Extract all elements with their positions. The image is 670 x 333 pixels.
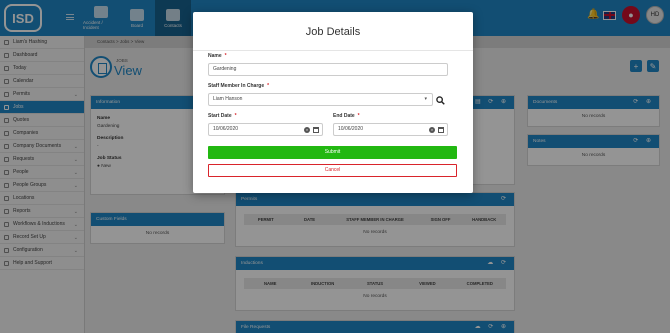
modal-divider	[193, 50, 473, 51]
chevron-down-icon: ▾	[424, 96, 427, 102]
required-mark: *	[267, 83, 270, 89]
start-date-value: 10/06/2020	[213, 126, 239, 132]
name-field-label: Name *	[208, 53, 227, 59]
staff-member-select[interactable]: Liam Hanson ▾	[208, 93, 433, 106]
submit-button[interactable]: Submit	[208, 146, 457, 159]
end-date-value: 10/06/2020	[338, 126, 364, 132]
name-input[interactable]: Gardening	[208, 63, 448, 76]
end-date-input[interactable]: 10/06/2020 ×	[333, 123, 448, 136]
required-mark: *	[234, 113, 237, 119]
label-text: Name	[208, 53, 222, 59]
staff-field-label: Staff Member In Charge *	[208, 83, 269, 89]
label-text: End Date	[333, 113, 355, 119]
label-text: Start Date	[208, 113, 232, 119]
calendar-icon[interactable]	[313, 127, 319, 133]
clear-icon[interactable]: ×	[429, 127, 435, 133]
calendar-icon[interactable]	[438, 127, 444, 133]
cancel-button[interactable]: Cancel	[208, 164, 457, 177]
start-date-input[interactable]: 10/06/2020 ×	[208, 123, 323, 136]
start-date-label: Start Date *	[208, 113, 237, 119]
search-icon[interactable]	[436, 96, 445, 105]
required-mark: *	[224, 53, 227, 59]
end-date-label: End Date *	[333, 113, 360, 119]
label-text: Staff Member In Charge	[208, 83, 265, 89]
required-mark: *	[357, 113, 360, 119]
clear-icon[interactable]: ×	[304, 127, 310, 133]
modal-title: Job Details	[305, 26, 361, 38]
staff-member-value: Liam Hanson	[213, 96, 243, 102]
